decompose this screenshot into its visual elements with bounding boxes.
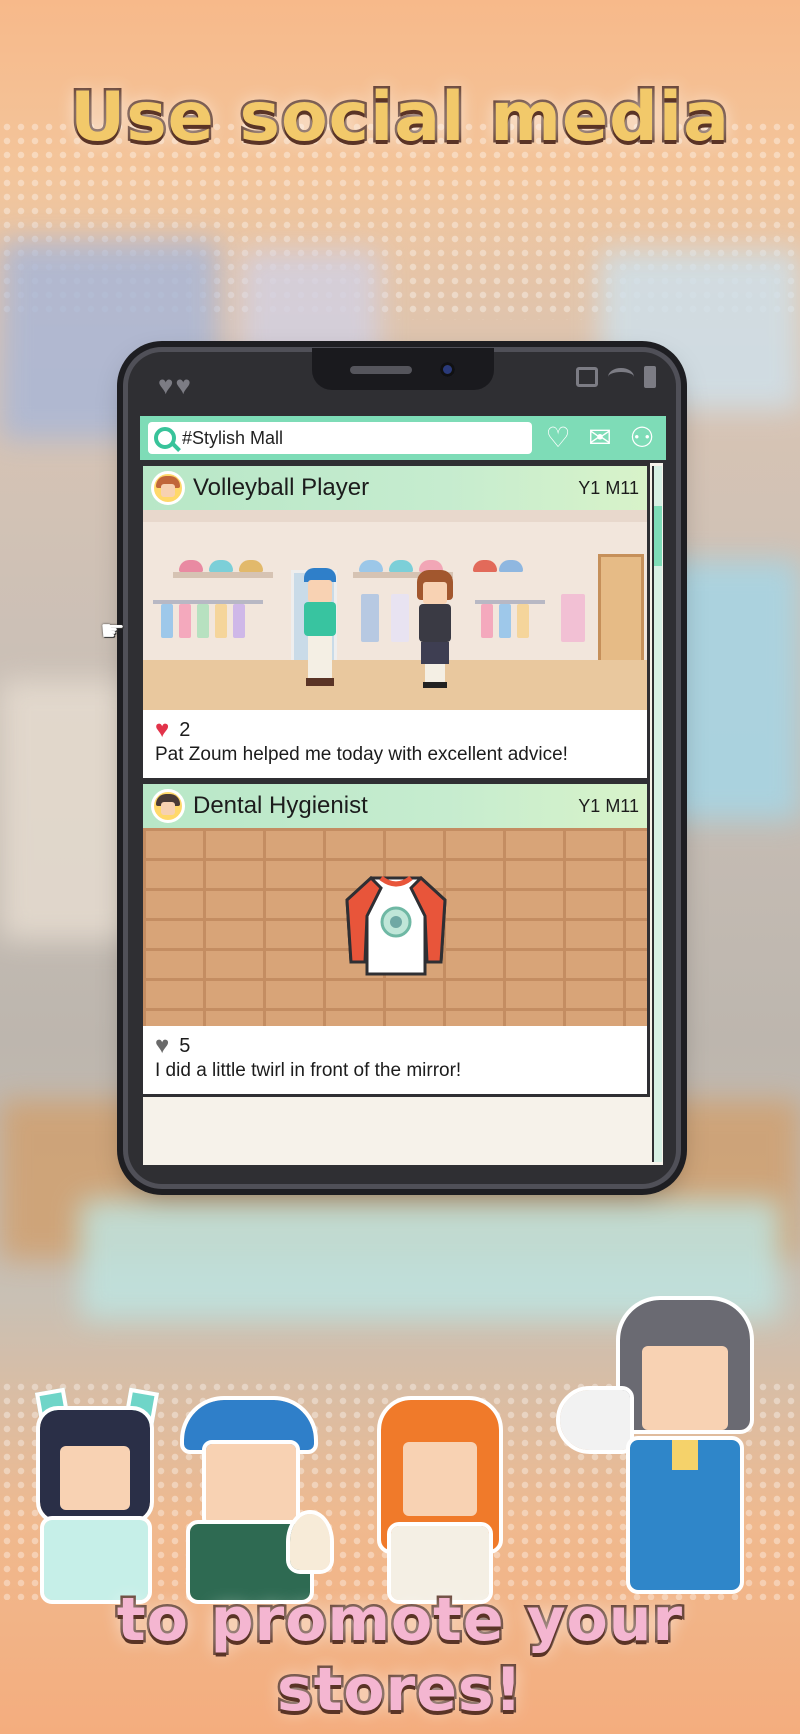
post-card[interactable]: Volleyball Player Y1 M11 ♥ 2 Pat Zoum he…: [140, 463, 650, 781]
search-input[interactable]: #Stylish Mall: [148, 422, 532, 454]
garment: [517, 604, 529, 638]
hat-item: [359, 560, 383, 572]
bg-floor-blur: [0, 680, 140, 940]
mannequin-outfit: [561, 594, 585, 642]
post-body: ♥ 2 Pat Zoum helped me today with excell…: [143, 710, 647, 778]
post-date: Y1 M11: [578, 795, 639, 816]
mannequin-outfit: [391, 594, 409, 642]
post-image-store: [143, 510, 647, 710]
phone-frame: ♥♥ #Stylish Mall ♡ ✉ ⚇ Volleyball Player…: [128, 348, 676, 1184]
post-header: Dental Hygienist Y1 M11: [143, 781, 647, 828]
hat-item: [473, 560, 497, 572]
post-text: Pat Zoum helped me today with excellent …: [155, 744, 568, 765]
avatar-face: [161, 802, 175, 815]
battery-icon: [644, 366, 656, 388]
wall-trim: [143, 510, 647, 522]
search-bar: #Stylish Mall ♡ ✉ ⚇: [140, 416, 666, 463]
camera-icon: [440, 362, 455, 377]
heart-icon[interactable]: ♥: [155, 718, 169, 742]
raglan-shirt-icon: [345, 875, 447, 976]
pointing-hand-icon: ☛: [100, 615, 126, 646]
post-card[interactable]: Dental Hygienist Y1 M11 ♥ 5 I did a litt…: [140, 781, 650, 1097]
avatar-face: [161, 484, 175, 497]
garment: [161, 604, 173, 638]
garment: [233, 604, 245, 638]
post-author: Dental Hygienist: [193, 792, 368, 819]
garment: [481, 604, 493, 638]
scroll-thumb[interactable]: [654, 506, 662, 566]
like-row[interactable]: ♥ 5: [155, 1034, 635, 1058]
hat-item: [239, 560, 263, 572]
headline-bottom: to promote your stores!: [114, 1583, 684, 1728]
search-icon: [154, 427, 176, 449]
profile-icon[interactable]: ⚇: [626, 424, 658, 452]
phone-notch: [312, 348, 494, 390]
hat-item: [209, 560, 233, 572]
garment: [197, 604, 209, 638]
post-feed: Volleyball Player Y1 M11 ♥ 2 Pat Zoum he…: [140, 463, 650, 1168]
garment: [215, 604, 227, 638]
garment: [179, 604, 191, 638]
robot-icon: [576, 367, 598, 387]
character-orange-hair-girl: [375, 1390, 505, 1604]
post-author: Volleyball Player: [193, 474, 370, 501]
character-volleyball-player: [298, 568, 342, 688]
hat-item: [389, 560, 413, 572]
headline-top: Use social media: [67, 76, 731, 160]
status-hearts: ♥♥: [158, 370, 193, 400]
speaker-icon: [350, 366, 412, 374]
mail-icon[interactable]: ✉: [584, 424, 616, 452]
heart-icon[interactable]: ♥: [155, 1034, 169, 1058]
garment: [499, 604, 511, 638]
character-cat-girl: [30, 1387, 160, 1604]
search-query: #Stylish Mall: [182, 427, 284, 448]
hat-item: [499, 560, 523, 572]
post-body: ♥ 5 I did a little twirl in front of the…: [143, 1026, 647, 1094]
character-shopper: [413, 570, 457, 690]
feed-scrollbar[interactable]: [652, 466, 662, 1162]
avatar: [151, 471, 185, 505]
shelf: [173, 572, 273, 578]
hat-item: [179, 560, 203, 572]
post-header: Volleyball Player Y1 M11: [143, 463, 647, 510]
character-cap-boy: [180, 1396, 334, 1604]
status-icons: [576, 366, 656, 388]
bg-store-blur: [660, 560, 800, 820]
mannequin-outfit: [361, 594, 379, 642]
post-date: Y1 M11: [578, 477, 639, 498]
phone-screen: #Stylish Mall ♡ ✉ ⚇ Volleyball Player Y1…: [140, 416, 666, 1168]
like-row[interactable]: ♥ 2: [155, 718, 635, 742]
wifi-icon: [608, 368, 634, 386]
store-floor: [143, 660, 647, 710]
display-cabinet: [598, 554, 644, 670]
like-count: 2: [179, 719, 191, 741]
character-megaphone-girl: [556, 1296, 770, 1600]
heart-icon[interactable]: ♡: [542, 424, 574, 452]
post-text: I did a little twirl in front of the mir…: [155, 1060, 462, 1081]
like-count: 5: [179, 1035, 191, 1057]
post-image-shirt: [143, 828, 647, 1026]
avatar: [151, 789, 185, 823]
